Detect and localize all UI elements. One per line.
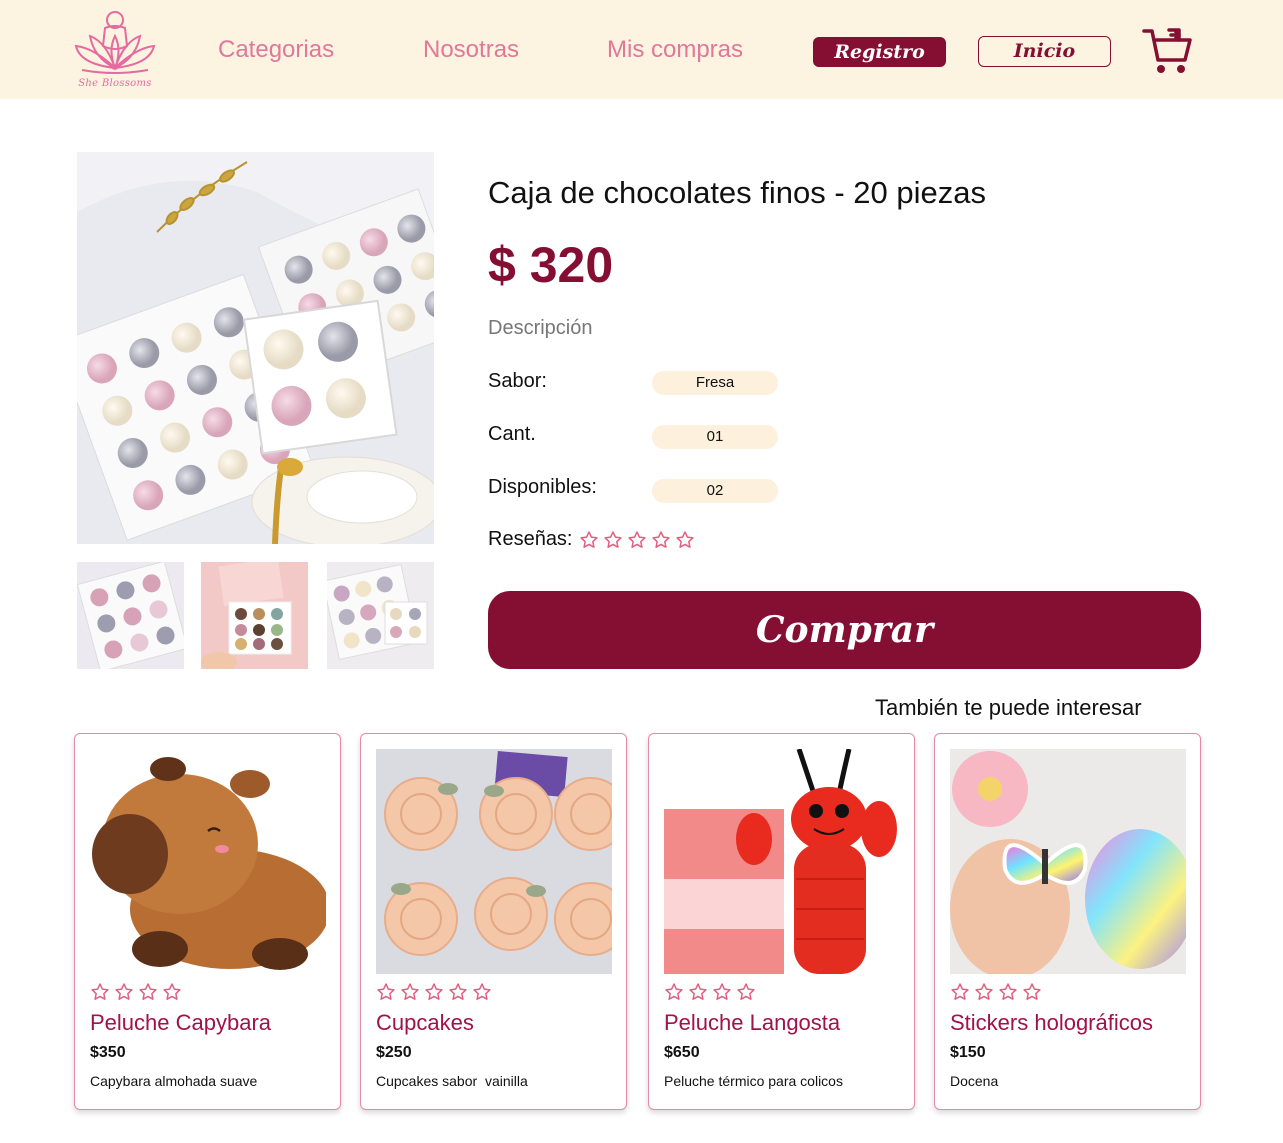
star-icon[interactable] xyxy=(138,982,158,1002)
card-stars[interactable] xyxy=(664,982,756,1002)
card-product-description: Capybara almohada suave xyxy=(90,1073,258,1089)
logo-wordmark: She Blossoms xyxy=(78,78,152,89)
star-icon[interactable] xyxy=(1022,982,1042,1002)
product-thumbnail-2[interactable] xyxy=(201,562,308,669)
product-card-cupcakes[interactable]: Cupcakes $250 Cupcakes sabor vainilla xyxy=(360,733,627,1110)
star-icon[interactable] xyxy=(472,982,492,1002)
quantity-field[interactable]: 01 xyxy=(652,425,778,449)
card-product-name[interactable]: Peluche Langosta xyxy=(664,1010,840,1036)
star-icon[interactable] xyxy=(162,982,182,1002)
reviews-row: Reseñas: xyxy=(488,528,695,551)
flavor-select[interactable]: Fresa xyxy=(652,371,778,395)
product-thumbnail-1[interactable] xyxy=(77,562,184,669)
card-product-name[interactable]: Cupcakes xyxy=(376,1010,474,1036)
star-icon[interactable] xyxy=(627,530,647,550)
star-icon[interactable] xyxy=(998,982,1018,1002)
product-card-stickers[interactable]: Stickers holográficos $150 Docena xyxy=(934,733,1201,1110)
nav-mis-compras[interactable]: Mis compras xyxy=(607,36,743,64)
she-blossoms-logo[interactable]: She Blossoms xyxy=(72,6,158,94)
star-icon[interactable] xyxy=(90,982,110,1002)
buy-button[interactable]: Comprar xyxy=(488,591,1201,669)
top-header: She Blossoms Categorias Nosotras Mis com… xyxy=(0,0,1283,99)
card-stars[interactable] xyxy=(90,982,182,1002)
star-icon[interactable] xyxy=(448,982,468,1002)
available-value: 02 xyxy=(652,479,778,503)
star-icon[interactable] xyxy=(603,530,623,550)
star-icon[interactable] xyxy=(950,982,970,1002)
star-icon[interactable] xyxy=(579,530,599,550)
star-icon[interactable] xyxy=(651,530,671,550)
star-icon[interactable] xyxy=(675,530,695,550)
available-label: Disponibles: xyxy=(488,476,597,498)
card-product-price: $150 xyxy=(950,1044,986,1061)
star-icon[interactable] xyxy=(974,982,994,1002)
card-product-name[interactable]: Peluche Capybara xyxy=(90,1010,271,1036)
related-heading: También te puede interesar xyxy=(875,695,1142,720)
product-card-image[interactable] xyxy=(664,749,900,974)
star-icon[interactable] xyxy=(688,982,708,1002)
review-stars[interactable] xyxy=(579,530,695,550)
card-product-description: Docena xyxy=(950,1073,999,1089)
cart-icon[interactable] xyxy=(1141,26,1193,76)
card-product-price: $250 xyxy=(376,1044,412,1061)
product-card-image[interactable] xyxy=(950,749,1186,974)
star-icon[interactable] xyxy=(400,982,420,1002)
card-product-name[interactable]: Stickers holográficos xyxy=(950,1010,1153,1036)
card-product-price: $650 xyxy=(664,1044,700,1061)
quantity-label: Cant. xyxy=(488,423,536,445)
card-product-description: Peluche térmico para colicos xyxy=(664,1073,843,1089)
card-stars[interactable] xyxy=(376,982,492,1002)
card-product-price: $350 xyxy=(90,1044,126,1061)
flavor-label: Sabor: xyxy=(488,370,547,392)
product-card-capybara[interactable]: Peluche Capybara $350 Capybara almohada … xyxy=(74,733,341,1110)
card-stars[interactable] xyxy=(950,982,1042,1002)
star-icon[interactable] xyxy=(736,982,756,1002)
nav-categorias[interactable]: Categorias xyxy=(218,36,334,64)
star-icon[interactable] xyxy=(376,982,396,1002)
login-button[interactable]: Inicio xyxy=(978,36,1111,67)
lotus-logo-icon xyxy=(74,11,156,74)
star-icon[interactable] xyxy=(424,982,444,1002)
star-icon[interactable] xyxy=(114,982,134,1002)
star-icon[interactable] xyxy=(712,982,732,1002)
register-button[interactable]: Registro xyxy=(813,37,946,67)
product-thumbnail-3[interactable] xyxy=(327,562,434,669)
product-title: Caja de chocolates finos - 20 piezas xyxy=(488,175,987,210)
product-card-image[interactable] xyxy=(90,749,326,974)
product-card-lobster[interactable]: Peluche Langosta $650 Peluche térmico pa… xyxy=(648,733,915,1110)
reviews-label: Reseñas: xyxy=(488,528,573,550)
product-main-image xyxy=(77,152,434,544)
product-card-image[interactable] xyxy=(376,749,612,974)
card-product-description: Cupcakes sabor vainilla xyxy=(376,1073,528,1089)
star-icon[interactable] xyxy=(664,982,684,1002)
product-price: $ 320 xyxy=(488,237,614,293)
nav-nosotras[interactable]: Nosotras xyxy=(423,36,519,64)
description-link[interactable]: Descripción xyxy=(488,317,592,340)
